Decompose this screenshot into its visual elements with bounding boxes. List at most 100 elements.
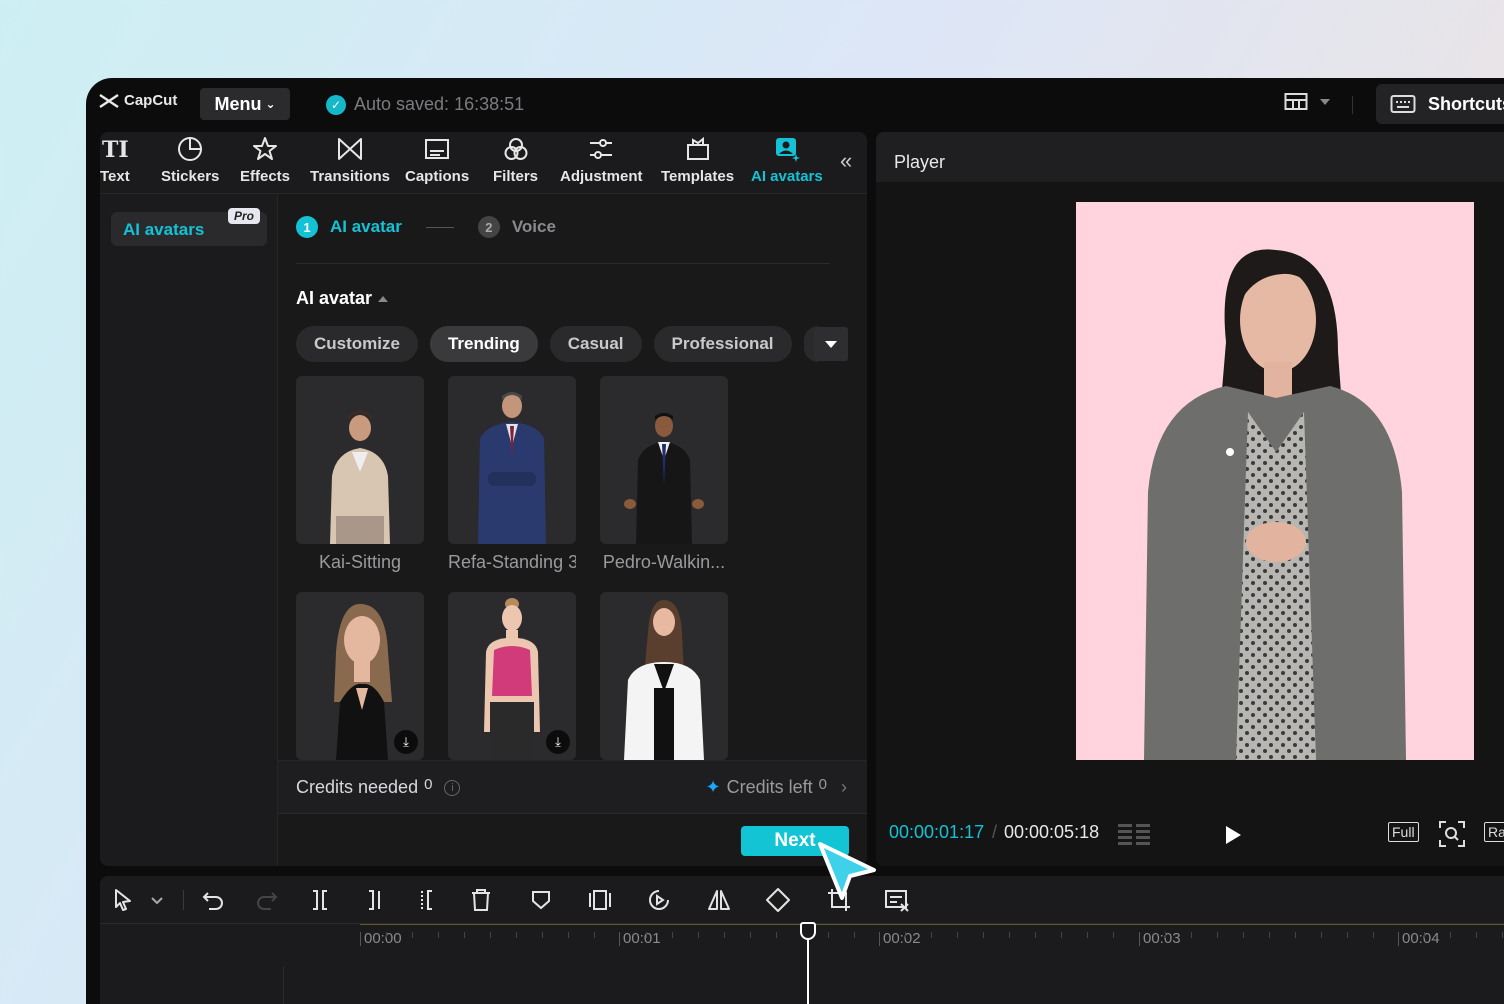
avatar-card[interactable] [600, 592, 728, 760]
tool-label: Transitions [310, 168, 391, 185]
play-icon[interactable] [1226, 826, 1241, 844]
freeze-frame-icon [589, 890, 611, 910]
reverse-button[interactable] [646, 887, 672, 913]
avatar-card[interactable]: Kai-Sitting [296, 376, 424, 573]
tool-label: Stickers [161, 168, 220, 185]
minor-tick [1450, 932, 1451, 938]
tool-label: Filters [493, 168, 539, 185]
tool-text[interactable]: TI Text [100, 136, 130, 185]
avatar-card[interactable]: Pedro-Walkin... [600, 376, 728, 573]
capcut-window: CapCut Menu ⌄ ✓ Auto saved: 16:38:51 Sho… [86, 78, 1504, 1004]
redo-button[interactable] [254, 887, 280, 913]
full-quality-button[interactable]: Full [1388, 822, 1419, 842]
tick-label: 00:01 [619, 930, 661, 947]
mirror-button[interactable] [706, 887, 732, 913]
auto-captions-button[interactable] [884, 887, 910, 913]
download-icon[interactable]: ⤓ [546, 730, 570, 754]
minor-tick [438, 932, 439, 938]
minor-tick [542, 932, 543, 938]
minor-tick [516, 932, 517, 938]
chips-dropdown-button[interactable] [814, 327, 848, 361]
playhead-handle[interactable] [800, 922, 816, 940]
minor-tick [1476, 932, 1477, 938]
audio-levels-icon[interactable] [1118, 822, 1150, 846]
tool-captions[interactable]: Captions [405, 136, 469, 185]
undo-button[interactable] [200, 887, 226, 913]
select-tool[interactable] [110, 887, 136, 913]
mirror-icon [708, 890, 730, 910]
triangle-down-icon [825, 340, 837, 348]
chip-casual[interactable]: Casual [549, 326, 642, 362]
split-button[interactable] [307, 887, 333, 913]
sidebar: AI avatars Pro [100, 194, 278, 866]
minor-tick [775, 932, 777, 938]
step-ai-avatar[interactable]: 1 AI avatar [296, 216, 402, 238]
mark-button[interactable] [528, 887, 554, 913]
minor-tick [1113, 932, 1114, 938]
chevron-down-icon [1320, 99, 1330, 105]
layout-button[interactable] [1284, 92, 1330, 112]
rotate-button[interactable] [765, 887, 791, 913]
check-icon: ✓ [326, 94, 346, 115]
tool-stickers[interactable]: Stickers [161, 136, 219, 185]
adjustment-sliders-icon [590, 139, 613, 159]
info-icon[interactable]: i [444, 779, 461, 796]
split-right-button[interactable] [414, 887, 440, 913]
player-stage [876, 182, 1504, 806]
minor-tick [568, 932, 569, 938]
ai-avatar-content: 1 AI avatar 2 Voice AI avatar Customize … [278, 194, 867, 866]
divider [183, 890, 184, 910]
video-preview[interactable] [1076, 202, 1474, 760]
shortcuts-button[interactable]: Shortcuts [1376, 84, 1504, 124]
trash-icon [472, 889, 490, 911]
chip-professional[interactable]: Professional [653, 326, 792, 362]
download-icon[interactable]: ⤓ [394, 730, 418, 754]
minor-tick [983, 932, 984, 938]
redo-icon [257, 892, 278, 910]
tool-templates[interactable]: Templates [661, 136, 734, 185]
delete-button[interactable] [468, 887, 494, 913]
select-dropdown[interactable] [144, 887, 170, 913]
minor-tick [1320, 932, 1322, 938]
minor-tick [1502, 932, 1503, 938]
chip-trending[interactable]: Trending [429, 326, 538, 362]
ratio-button[interactable]: Ra [1484, 822, 1504, 842]
menu-button[interactable]: Menu ⌄ [200, 88, 290, 120]
zoom-fit-icon[interactable] [1438, 820, 1466, 848]
collapse-panel-icon[interactable]: « [840, 148, 852, 174]
minor-tick [697, 932, 699, 938]
section-title[interactable]: AI avatar [296, 288, 389, 309]
avatar-card[interactable]: Refa-Standing 3 [448, 376, 576, 573]
avatar-card[interactable]: ⤓ [296, 592, 424, 760]
tool-adjustment[interactable]: Adjustment [560, 136, 643, 185]
tool-effects[interactable]: Effects [240, 136, 290, 185]
split-left-button[interactable] [361, 887, 387, 913]
step-voice[interactable]: 2 Voice [477, 216, 556, 238]
shield-mark-icon [532, 891, 550, 910]
player-panel: Player 00:00:01:17 / 00:00:05:18 Full Ra [876, 132, 1504, 866]
avatar-card[interactable]: ⤓ [448, 592, 576, 760]
step-number: 1 [296, 216, 318, 238]
tool-ai-avatars[interactable]: AI avatars [751, 136, 823, 185]
split-icon [313, 890, 327, 910]
minor-tick [1216, 932, 1218, 938]
credits-needed-label: Credits needed [296, 777, 419, 797]
minor-tick [749, 932, 751, 938]
tool-transitions[interactable]: Transitions [310, 136, 390, 185]
freeze-button[interactable] [587, 887, 613, 913]
minor-tick [386, 932, 387, 938]
credits-left[interactable]: ✦ Credits left 0 › [706, 776, 847, 798]
playhead[interactable] [800, 922, 816, 1004]
menu-label: Menu [214, 93, 262, 114]
filters-icon [504, 138, 527, 160]
avatar-thumbnail: ⤓ [448, 592, 576, 760]
tick-label: 00:03 [1139, 930, 1181, 947]
minor-tick [1087, 932, 1088, 938]
tick-label: 00:04 [1398, 930, 1440, 947]
pro-badge: Pro [228, 208, 261, 224]
tool-filters[interactable]: Filters [493, 136, 538, 185]
player-title: Player [894, 152, 946, 172]
app-name: CapCut [124, 92, 178, 109]
minor-tick [412, 932, 413, 938]
chip-customize[interactable]: Customize [296, 326, 418, 362]
